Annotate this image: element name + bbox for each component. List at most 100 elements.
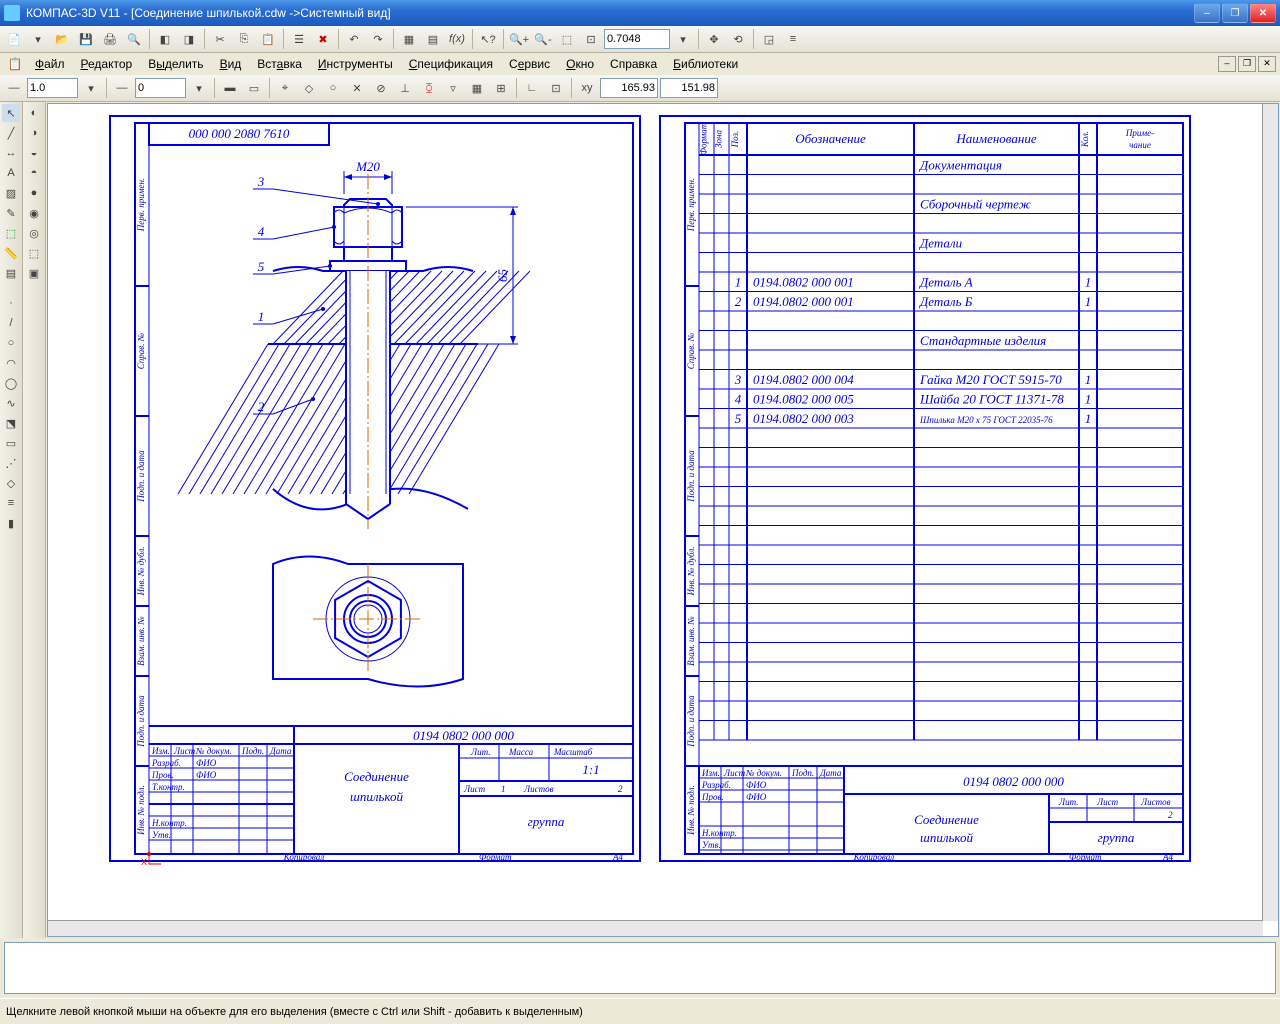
ortho-button[interactable]: ∟ bbox=[521, 77, 543, 99]
copy-button[interactable]: ⎘ bbox=[233, 28, 255, 50]
hscrollbar[interactable] bbox=[48, 920, 1263, 936]
snap-tan-button[interactable]: ⊘ bbox=[370, 77, 392, 99]
vt-ellipse[interactable]: ◯ bbox=[2, 374, 20, 392]
menu-view[interactable]: Вид bbox=[213, 55, 249, 73]
vt2-c[interactable]: ◒ bbox=[25, 144, 43, 162]
drawing-canvas[interactable]: Перв. примен.Справ. №Подп. и датаИнв. № … bbox=[48, 104, 1263, 921]
snap-int-button[interactable]: ✕ bbox=[346, 77, 368, 99]
zoom-out-button[interactable]: 🔍- bbox=[532, 28, 554, 50]
vt2-d[interactable]: ◓ bbox=[25, 164, 43, 182]
vt-spline[interactable]: ∿ bbox=[2, 394, 20, 412]
round-button[interactable]: ⊡ bbox=[545, 77, 567, 99]
vt2-e[interactable]: ● bbox=[25, 184, 43, 202]
s2-button[interactable]: ▭ bbox=[243, 77, 265, 99]
vt2-b[interactable]: ◑ bbox=[25, 124, 43, 142]
vt-rect[interactable]: ▭ bbox=[2, 434, 20, 452]
vt2-i[interactable]: ▣ bbox=[25, 264, 43, 282]
refresh-button[interactable]: ◲ bbox=[758, 28, 780, 50]
help-cursor-button[interactable]: ↖? bbox=[477, 28, 499, 50]
vt-arc[interactable]: ◠ bbox=[2, 354, 20, 372]
vt-text[interactable]: A bbox=[2, 164, 20, 182]
style-input-2[interactable] bbox=[135, 78, 186, 98]
vscrollbar[interactable] bbox=[1262, 104, 1278, 921]
cancel-button[interactable]: ✖ bbox=[312, 28, 334, 50]
magnet-button[interactable]: ⧲ bbox=[418, 77, 440, 99]
part-button[interactable]: ◧ bbox=[154, 28, 176, 50]
fx-button[interactable]: f(x) bbox=[446, 28, 468, 50]
vt-sheet[interactable]: ▤ bbox=[2, 264, 20, 282]
vt-hatch[interactable]: ▨ bbox=[2, 184, 20, 202]
mdi-minimize-button[interactable]: – bbox=[1218, 56, 1236, 72]
save-button[interactable]: 💾 bbox=[75, 28, 97, 50]
manager-button[interactable]: ▦ bbox=[398, 28, 420, 50]
zoom-window-button[interactable]: ⬚ bbox=[556, 28, 578, 50]
preview-button[interactable]: 🔍 bbox=[123, 28, 145, 50]
snap-center-button[interactable]: ○ bbox=[322, 77, 344, 99]
vt2-f[interactable]: ◉ bbox=[25, 204, 43, 222]
redo-button[interactable]: ↷ bbox=[367, 28, 389, 50]
vt-select[interactable]: ↖ bbox=[2, 104, 20, 122]
snap-mid-button[interactable]: ◇ bbox=[298, 77, 320, 99]
coord-x-input[interactable] bbox=[600, 78, 658, 98]
zoom-input[interactable] bbox=[604, 29, 670, 49]
maximize-button[interactable]: ❐ bbox=[1222, 3, 1248, 23]
s1-button[interactable]: ▬ bbox=[219, 77, 241, 99]
vt-dim[interactable]: ↔ bbox=[2, 144, 20, 162]
vt-equid[interactable]: ≡ bbox=[2, 494, 20, 512]
variables-button[interactable]: ▤ bbox=[422, 28, 444, 50]
menu-help[interactable]: Справка bbox=[603, 55, 664, 73]
zoom-dropdown[interactable]: ▾ bbox=[672, 28, 694, 50]
vt-point[interactable]: · bbox=[2, 294, 20, 312]
cut-button[interactable]: ✂ bbox=[209, 28, 231, 50]
print-button[interactable]: 🖨 bbox=[99, 28, 121, 50]
properties-button[interactable]: ☰ bbox=[288, 28, 310, 50]
menu-service[interactable]: Сервис bbox=[502, 55, 557, 73]
open-button[interactable]: 📂 bbox=[51, 28, 73, 50]
coord-y-input[interactable] bbox=[660, 78, 718, 98]
coord-button[interactable]: xy bbox=[576, 77, 598, 99]
vt-seg[interactable]: / bbox=[2, 314, 20, 332]
doc-icon[interactable]: 📋 bbox=[4, 53, 26, 75]
layers-button[interactable]: ≡ bbox=[782, 28, 804, 50]
style-input-1[interactable] bbox=[27, 78, 78, 98]
vt2-g[interactable]: ◎ bbox=[25, 224, 43, 242]
vt-chamfer[interactable]: ⬔ bbox=[2, 414, 20, 432]
menu-tools[interactable]: Инструменты bbox=[311, 55, 400, 73]
vt-meas[interactable]: 📏 bbox=[2, 244, 20, 262]
menu-insert[interactable]: Вставка bbox=[250, 55, 309, 73]
vt-aux[interactable]: ⋰ bbox=[2, 454, 20, 472]
style2-dropdown[interactable]: ▾ bbox=[188, 77, 210, 99]
mdi-restore-button[interactable]: ❐ bbox=[1238, 56, 1256, 72]
line-style-button[interactable]: ― bbox=[3, 77, 25, 99]
snap-grid-button[interactable]: ⊞ bbox=[490, 77, 512, 99]
menu-window[interactable]: Окно bbox=[559, 55, 601, 73]
rotate-button[interactable]: ⟲ bbox=[727, 28, 749, 50]
new-button[interactable]: 📄 bbox=[3, 28, 25, 50]
snap-end-button[interactable]: ⌖ bbox=[274, 77, 296, 99]
zoom-in-button[interactable]: 🔍+ bbox=[508, 28, 530, 50]
menu-edit[interactable]: Редактор bbox=[74, 55, 140, 73]
minimize-button[interactable]: – bbox=[1194, 3, 1220, 23]
vt2-h[interactable]: ⬚ bbox=[25, 244, 43, 262]
style1-dropdown[interactable]: ▾ bbox=[80, 77, 102, 99]
vt2-a[interactable]: ◐ bbox=[25, 104, 43, 122]
menu-select[interactable]: Выделить bbox=[141, 55, 210, 73]
new-dropdown[interactable]: ▾ bbox=[27, 28, 49, 50]
mdi-close-button[interactable]: ✕ bbox=[1258, 56, 1276, 72]
snap-near-button[interactable]: ▿ bbox=[442, 77, 464, 99]
vt-fill[interactable]: ▮ bbox=[2, 514, 20, 532]
pan-button[interactable]: ✥ bbox=[703, 28, 725, 50]
undo-button[interactable]: ↶ bbox=[343, 28, 365, 50]
menu-libs[interactable]: Библиотеки bbox=[666, 55, 745, 73]
vt-circle[interactable]: ○ bbox=[2, 334, 20, 352]
vt-line[interactable]: ╱ bbox=[2, 124, 20, 142]
menu-spec[interactable]: Спецификация bbox=[402, 55, 500, 73]
vt-edit[interactable]: ✎ bbox=[2, 204, 20, 222]
zoom-fit-button[interactable]: ⊡ bbox=[580, 28, 602, 50]
paste-button[interactable]: 📋 bbox=[257, 28, 279, 50]
vt-param[interactable]: ⬚ bbox=[2, 224, 20, 242]
close-button[interactable]: ✕ bbox=[1250, 3, 1276, 23]
grid-button[interactable]: ▦ bbox=[466, 77, 488, 99]
vt-contour[interactable]: ◇ bbox=[2, 474, 20, 492]
message-panel[interactable] bbox=[4, 942, 1276, 994]
